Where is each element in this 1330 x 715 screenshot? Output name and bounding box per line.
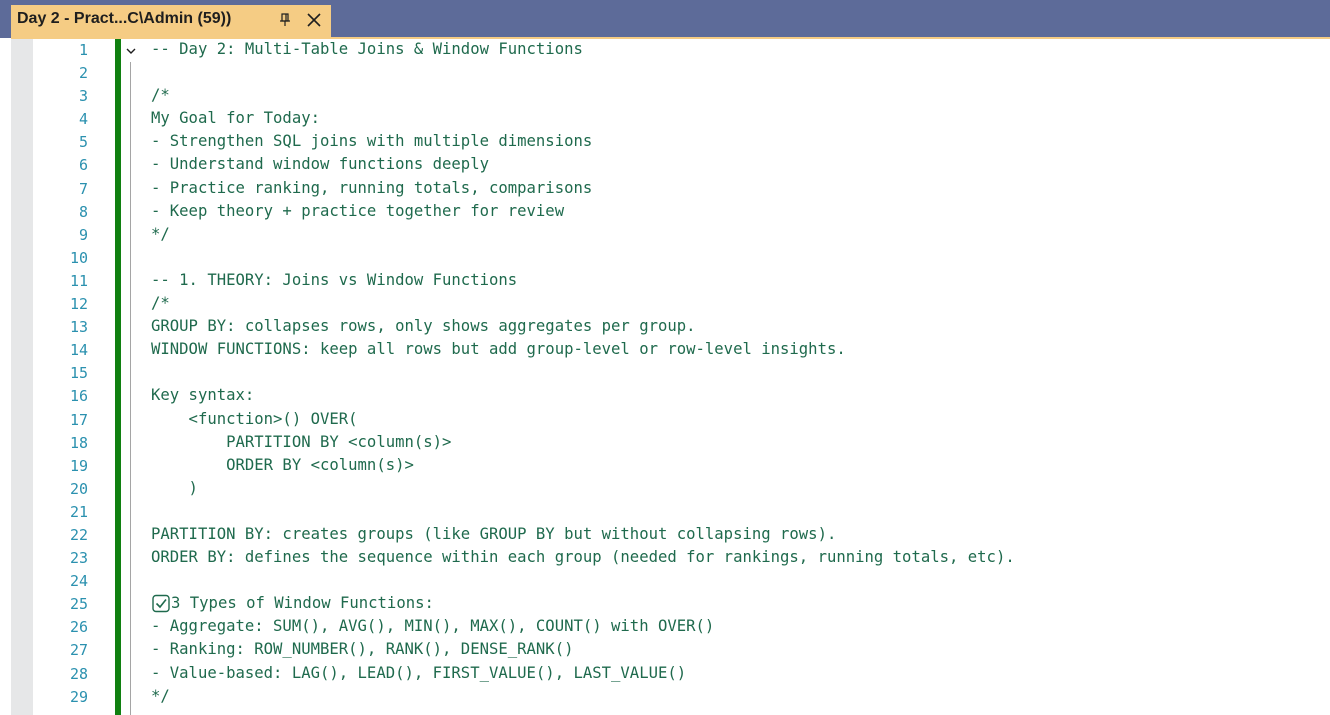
code-line[interactable]: 27 - Ranking: ROW_NUMBER(), RANK(), DENSE…	[0, 639, 1330, 662]
check-box-icon	[151, 594, 171, 613]
line-number: 5	[78, 133, 88, 152]
code-line[interactable]: 11 -- 1. THEORY: Joins vs Window Function…	[0, 270, 1330, 293]
code-text: -- 1. THEORY: Joins vs Window Functions	[151, 270, 518, 289]
line-number: 16	[69, 387, 88, 406]
code-text: - Understand window functions deeply	[151, 155, 489, 174]
code-text: -- Day 2: Multi-Table Joins & Window Fun…	[151, 40, 583, 58]
code-line[interactable]: 29 */	[0, 686, 1330, 709]
line-number: 20	[69, 479, 88, 498]
line-number: 4	[78, 110, 88, 129]
code-text: GROUP BY: collapses rows, only shows agg…	[151, 317, 696, 336]
code-line[interactable]: 16 Key syntax:	[0, 385, 1330, 408]
code-text: - Keep theory + practice together for re…	[151, 201, 565, 220]
code-text: )	[151, 478, 198, 497]
line-number: 7	[78, 179, 88, 198]
line-number: 15	[69, 364, 88, 383]
code-line[interactable]: 13 GROUP BY: collapses rows, only shows a…	[0, 316, 1330, 339]
code-text: - Strengthen SQL joins with multiple dim…	[151, 132, 593, 151]
code-line[interactable]: 3 /*	[0, 85, 1330, 108]
line-number: 29	[69, 687, 88, 706]
code-line[interactable]: 20 )	[0, 478, 1330, 501]
code-line[interactable]: 8 - Keep theory + practice together for r…	[0, 201, 1330, 224]
code-text: ORDER BY <column(s)>	[151, 455, 414, 474]
code-line[interactable]: 6 - Understand window functions deeply	[0, 154, 1330, 177]
code-line[interactable]: 26 - Aggregate: SUM(), AVG(), MIN(), MAX(…	[0, 616, 1330, 639]
line-number: 23	[69, 549, 88, 568]
code-text: /*	[151, 86, 170, 105]
code-text: - Ranking: ROW_NUMBER(), RANK(), DENSE_R…	[151, 640, 574, 659]
code-line[interactable]: 10	[0, 247, 1330, 270]
line-number: 18	[69, 433, 88, 452]
code-editor[interactable]: 1 -- Day 2: Multi-Table Joins & Window Fu…	[0, 39, 1330, 709]
line-number: 27	[69, 641, 88, 660]
line-number: 3	[78, 87, 88, 106]
code-line[interactable]: 25 3 Types of Window Functions:	[0, 593, 1330, 616]
code-text: <function>() OVER(	[151, 409, 358, 428]
code-line[interactable]: 24	[0, 570, 1330, 593]
line-number: 25	[69, 595, 88, 614]
line-number: 2	[78, 64, 88, 83]
line-number: 13	[69, 318, 88, 337]
code-text: */	[151, 224, 170, 243]
code-line[interactable]: 28 - Value-based: LAG(), LEAD(), FIRST_VA…	[0, 663, 1330, 686]
code-text: */	[151, 686, 170, 705]
code-line[interactable]: 7 - Practice ranking, running totals, com…	[0, 178, 1330, 201]
line-number: 21	[69, 502, 88, 521]
code-text-segment: 3 Types of Window Functions:	[171, 594, 434, 613]
code-line[interactable]: 21	[0, 501, 1330, 524]
line-number: 19	[69, 456, 88, 475]
code-line[interactable]: 19 ORDER BY <column(s)>	[0, 455, 1330, 478]
line-number: 24	[69, 572, 88, 591]
tab-title: Day 2 - Pract...C\Admin (59))	[17, 10, 232, 27]
line-number: 9	[78, 225, 88, 244]
editor-window: Day 2 - Pract...C\Admin (59)) 1 -- Day 2:…	[0, 0, 1330, 715]
code-line[interactable]: 22 PARTITION BY: creates groups (like GRO…	[0, 524, 1330, 547]
line-number: 6	[78, 156, 88, 175]
line-number: 12	[69, 295, 88, 314]
close-icon[interactable]	[306, 12, 322, 28]
code-line[interactable]: 15	[0, 362, 1330, 385]
document-tab[interactable]: Day 2 - Pract...C\Admin (59))	[11, 5, 331, 38]
code-line[interactable]: 12 /*	[0, 293, 1330, 316]
code-text: ORDER BY: defines the sequence within ea…	[151, 548, 1015, 567]
code-line[interactable]: 1 -- Day 2: Multi-Table Joins & Window Fu…	[0, 39, 1330, 62]
line-number: 14	[69, 341, 88, 360]
code-line[interactable]: 9 */	[0, 224, 1330, 247]
code-line[interactable]: 2	[0, 62, 1330, 85]
code-line[interactable]: 18 PARTITION BY <column(s)>	[0, 432, 1330, 455]
line-number: 8	[78, 202, 88, 221]
code-text: - Aggregate: SUM(), AVG(), MIN(), MAX(),…	[151, 617, 715, 636]
line-number: 1	[78, 41, 88, 59]
code-text: WINDOW FUNCTIONS: keep all rows but add …	[151, 340, 846, 359]
line-number: 22	[69, 525, 88, 544]
line-number: 28	[69, 664, 88, 683]
code-line[interactable]: 17 <function>() OVER(	[0, 409, 1330, 432]
code-line[interactable]: 14 WINDOW FUNCTIONS: keep all rows but ad…	[0, 339, 1330, 362]
line-number: 11	[69, 271, 88, 290]
code-line[interactable]: 23 ORDER BY: defines the sequence within …	[0, 547, 1330, 570]
code-text: 3 Types of Window Functions:	[151, 594, 434, 613]
code-line[interactable]: 5 - Strengthen SQL joins with multiple di…	[0, 131, 1330, 154]
code-text: My Goal for Today:	[151, 109, 320, 128]
line-number: 10	[69, 248, 88, 267]
code-text: - Value-based: LAG(), LEAD(), FIRST_VALU…	[151, 663, 687, 682]
code-line[interactable]: 4 My Goal for Today:	[0, 108, 1330, 131]
pin-icon[interactable]	[277, 12, 293, 28]
code-text: PARTITION BY: creates groups (like GROUP…	[151, 524, 837, 543]
code-text: Key syntax:	[151, 386, 255, 405]
line-number: 17	[69, 410, 88, 429]
line-number: 26	[69, 618, 88, 637]
code-text: - Practice ranking, running totals, comp…	[151, 178, 593, 197]
code-text: PARTITION BY <column(s)>	[151, 432, 452, 451]
code-text: /*	[151, 294, 170, 313]
